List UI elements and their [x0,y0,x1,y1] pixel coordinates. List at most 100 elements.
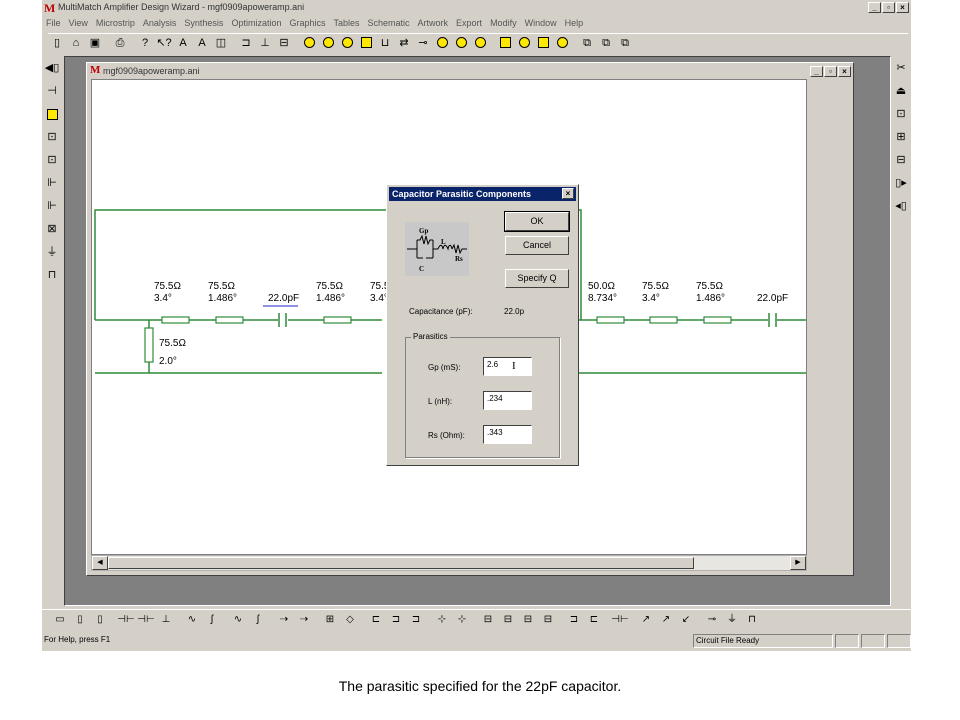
close-button[interactable]: × [896,2,909,13]
capacitor-1-value[interactable]: 22.0pF [268,293,299,304]
elem-series-cap-icon[interactable]: ⊣⊢ [136,610,156,630]
elem-stub-1-icon[interactable]: ⊏ [366,610,386,630]
yellow-square-icon[interactable] [43,104,61,125]
line-2-length[interactable]: 1.486° [208,293,237,304]
menu-artwork[interactable]: Artwork [414,16,453,30]
cir-2-icon[interactable]: ⊡ [43,150,61,171]
elem-coupler-2-icon[interactable]: ⊟ [498,610,518,630]
menu-file[interactable]: File [42,16,65,30]
line-2-impedance[interactable]: 75.5Ω [208,281,235,292]
line-1-length[interactable]: 3.4° [154,293,172,304]
elem-network-2-icon[interactable]: ◇ [340,610,360,630]
context-help-icon[interactable]: ↖? [155,34,173,52]
menu-window[interactable]: Window [521,16,561,30]
menu-optimization[interactable]: Optimization [227,16,285,30]
elem-network-1-icon[interactable]: ⊞ [320,610,340,630]
elem-tline-1-icon[interactable]: ⇢ [274,610,294,630]
elem-port-icon[interactable]: ⊓ [742,610,762,630]
line-3-impedance[interactable]: 75.5Ω [316,281,343,292]
dialog-close-button[interactable]: × [562,188,574,199]
rs-input[interactable]: .343 [483,425,532,444]
menu-graphics[interactable]: Graphics [285,16,329,30]
line-7-impedance[interactable]: 75.5Ω [696,281,723,292]
menu-modify[interactable]: Modify [486,16,521,30]
open-folder-icon[interactable]: ⌂ [67,34,85,52]
elem-stub-2-icon[interactable]: ⊐ [386,610,406,630]
elem-tee-2-icon[interactable]: ⊹ [452,610,472,630]
text-a-icon[interactable]: A [174,34,192,52]
circle-tool-1-icon[interactable] [300,34,318,52]
circle-tool-8-icon[interactable] [553,34,571,52]
minimize-button[interactable]: _ [868,2,881,13]
box-1-icon[interactable]: ⊡ [892,104,910,124]
circle-tool-7-icon[interactable] [515,34,533,52]
square-tool-2-icon[interactable] [496,34,514,52]
print-icon[interactable]: ⎙ [111,34,129,52]
line-5-length[interactable]: 8.734° [588,293,617,304]
elem-via-icon[interactable]: ⊸ [702,610,722,630]
square-tool-1-icon[interactable] [357,34,375,52]
menu-analysis[interactable]: Analysis [139,16,181,30]
menu-view[interactable]: View [65,16,92,30]
child-restore-button[interactable]: ▫ [824,66,837,77]
elem-short-icon[interactable]: ⊏ [584,610,604,630]
elem-series-res-icon[interactable]: ⊣⊢ [116,610,136,630]
child-minimize-button[interactable]: _ [810,66,823,77]
elem-stub-3-icon[interactable]: ⊐ [406,610,426,630]
scroll-left-icon[interactable]: ◀ [92,556,108,570]
menu-schematic[interactable]: Schematic [364,16,414,30]
transistor-2-icon[interactable]: ⊩ [43,196,61,217]
specify-q-button[interactable]: Specify Q [505,269,569,288]
new-file-icon[interactable]: ▯ [48,34,66,52]
elem-tee-1-icon[interactable]: ⊹ [432,610,452,630]
circle-tool-6-icon[interactable] [471,34,489,52]
elem-tline-2-icon[interactable]: ⇢ [294,610,314,630]
line-5-impedance[interactable]: 50.0Ω [588,281,615,292]
shape-icon[interactable]: ⊓ [43,265,61,286]
elem-probe-2-icon[interactable]: ↗ [656,610,676,630]
gp-input[interactable]: 2.6 [483,357,532,376]
child-close-button[interactable]: × [838,66,851,77]
circle-tool-3-icon[interactable] [338,34,356,52]
line-7-length[interactable]: 1.486° [696,293,725,304]
box-2-icon[interactable]: ⊞ [892,127,910,147]
cir-1-icon[interactable]: ⊡ [43,127,61,148]
elem-series-line-icon[interactable]: ▭ [50,610,70,630]
elem-ground-icon[interactable]: ⏚ [722,610,742,630]
component-icon[interactable]: ⊠ [43,219,61,240]
elem-gap-icon[interactable]: ⊣⊢ [610,610,630,630]
layers-1-icon[interactable]: ⧉ [578,34,596,52]
vertical-scrollbar[interactable] [807,79,823,555]
restore-button[interactable]: ▫ [882,2,895,13]
cut-icon[interactable]: ✂ [892,58,910,78]
element-icon[interactable]: ⊐ [237,34,255,52]
elem-shunt-ind-icon[interactable]: ʃ [202,610,222,630]
port-left-icon[interactable]: ◂▯ [892,196,910,216]
elem-shunt-line-2-icon[interactable]: ▯ [90,610,110,630]
scroll-right-icon[interactable]: ▶ [790,556,806,570]
elem-coupler-1-icon[interactable]: ⊟ [478,610,498,630]
schematic-canvas[interactable]: 75.5Ω 3.4° 75.5Ω 1.486° 22.0pF 75.5Ω 1.4… [91,79,807,555]
tuner-tool-icon[interactable]: ⊸ [414,34,432,52]
node-icon[interactable]: ⊣ [43,81,61,102]
swap-tool-icon[interactable]: ⇄ [395,34,413,52]
circle-tool-5-icon[interactable] [452,34,470,52]
line-6-impedance[interactable]: 75.5Ω [642,281,669,292]
elem-coupler-4-icon[interactable]: ⊟ [538,610,558,630]
line-6-length[interactable]: 3.4° [642,293,660,304]
circle-tool-2-icon[interactable] [319,34,337,52]
menu-synthesis[interactable]: Synthesis [180,16,227,30]
scroll-thumb[interactable] [108,557,694,569]
elem-series-ind-icon[interactable]: ∿ [182,610,202,630]
square-tool-3-icon[interactable] [534,34,552,52]
shunt-impedance[interactable]: 75.5Ω [159,338,186,349]
stub-icon[interactable]: ⏏ [892,81,910,101]
line-3-length[interactable]: 1.486° [316,293,345,304]
horizontal-scrollbar[interactable]: ◀ ▶ [91,555,807,571]
ok-button[interactable]: OK [504,211,570,232]
elem-rl-shunt-icon[interactable]: ʃ [248,610,268,630]
box-3-icon[interactable]: ⊟ [892,150,910,170]
frame-icon[interactable]: ⊟ [275,34,293,52]
tee-icon[interactable]: ⊥ [256,34,274,52]
bracket-tool-icon[interactable]: ⊔ [376,34,394,52]
